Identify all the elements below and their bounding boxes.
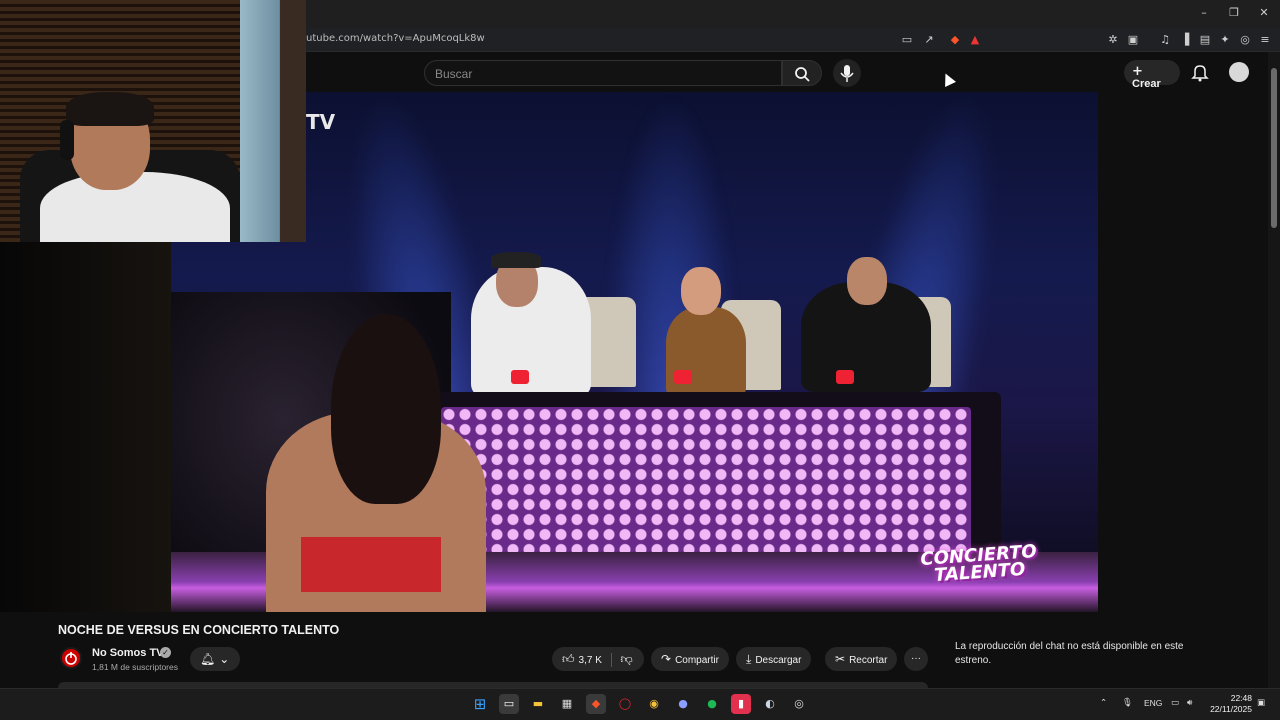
scissors-icon: ✂ — [835, 652, 846, 666]
bell-icon: 🔔︎ — [200, 652, 216, 666]
video-player[interactable]: CONCIERTO TALENTO — [171, 92, 1098, 612]
channel-overlay-text: TV — [306, 110, 336, 134]
create-label: Crear — [1132, 78, 1161, 90]
contestant-hair — [331, 314, 441, 504]
clip-label: Recortar — [849, 655, 888, 666]
power-icon — [65, 652, 77, 665]
url-text[interactable]: utube.com/watch?v=ApuMcoqLk8w — [306, 33, 485, 44]
share-icon[interactable]: ↗ — [922, 33, 936, 47]
streamer-hair — [66, 92, 154, 126]
brave-rewards-icon[interactable]: ▲ — [968, 33, 982, 47]
judge-left-cap — [491, 252, 541, 268]
task-view-icon[interactable]: ▭ — [499, 694, 519, 714]
sidebar-icon[interactable]: ▐ — [1178, 33, 1192, 47]
steam-icon[interactable]: ◐ — [760, 694, 780, 714]
subscriber-count: 1,81 M de suscriptores — [92, 662, 178, 672]
mic-icon — [840, 65, 854, 82]
share-label: Compartir — [675, 655, 719, 666]
search-input[interactable]: Buscar — [424, 60, 782, 86]
judge-middle-head — [681, 267, 721, 315]
download-label: Descargar — [755, 655, 802, 666]
desk-hexagon-panel — [441, 407, 971, 552]
brave-shield-icon[interactable]: ◆ — [948, 33, 962, 47]
buzzer — [511, 370, 529, 384]
webcam-overlay — [0, 0, 306, 242]
extensions-icon[interactable]: ✲ — [1106, 33, 1120, 47]
streamer-body — [40, 172, 230, 242]
language-indicator[interactable]: ENG — [1144, 698, 1162, 708]
windows-start-icon[interactable]: ⊞ — [470, 694, 490, 714]
file-explorer-icon[interactable]: ▬ — [528, 694, 548, 714]
vpn-icon[interactable]: ◎ — [1238, 33, 1252, 47]
channel-name[interactable]: No Somos TV — [92, 647, 164, 659]
menu-icon[interactable]: ≡ — [1258, 33, 1272, 47]
clip-button[interactable]: ✂ Recortar — [825, 647, 898, 671]
tab-search-icon[interactable]: ▣ — [1126, 33, 1140, 47]
create-button[interactable]: + Crear — [1124, 60, 1180, 90]
buzzer — [674, 370, 692, 384]
right-panel — [1098, 92, 1268, 612]
time: 22:48 — [1230, 693, 1252, 703]
opera-icon[interactable]: ◯ — [615, 694, 635, 714]
download-button[interactable]: ⤓ Descargar — [736, 647, 812, 671]
verified-icon: ✓ — [160, 647, 171, 658]
tray-overflow-icon[interactable]: ⌃ — [1100, 698, 1107, 708]
plus-icon: + — [1132, 64, 1143, 79]
wallet-icon[interactable]: ▤ — [1198, 33, 1212, 47]
buzzer — [836, 370, 854, 384]
contestant-top — [301, 537, 441, 592]
account-avatar[interactable] — [1229, 62, 1249, 82]
date: 22/11/2025 — [1210, 704, 1252, 714]
like-dislike-group: 👍︎ 3,7 K 👎︎ — [552, 647, 644, 671]
brave-icon[interactable]: ◆ — [586, 694, 606, 714]
download-icon: ⤓ — [746, 652, 752, 666]
spotify-icon[interactable]: ● — [702, 694, 722, 714]
app-icon[interactable]: ▮ — [731, 694, 751, 714]
microphone-tray-icon[interactable]: 🎙︎ — [1122, 698, 1133, 708]
notifications-button[interactable] — [1190, 62, 1210, 82]
like-icon[interactable]: 👍︎ — [562, 652, 575, 666]
obs-icon[interactable]: ◎ — [789, 694, 809, 714]
divider — [610, 653, 612, 668]
bell-icon — [1191, 65, 1209, 82]
show-logo: CONCIERTO TALENTO — [920, 541, 1039, 586]
channel-avatar[interactable] — [60, 647, 82, 669]
cast-icon[interactable]: ▭ — [900, 33, 914, 47]
clock[interactable]: 22:48 22/11/2025 — [1200, 693, 1252, 715]
chrome-icon[interactable]: ◉ — [644, 694, 664, 714]
search-icon — [795, 67, 810, 82]
dislike-icon[interactable]: 👎︎ — [620, 652, 632, 666]
store-icon[interactable]: ▦ — [557, 694, 577, 714]
more-actions-button[interactable]: ··· — [904, 647, 928, 671]
maximize-button[interactable]: ❐ — [1226, 6, 1242, 20]
search-button[interactable] — [782, 60, 822, 86]
wall — [240, 0, 306, 242]
share-button[interactable]: ↷ Compartir — [651, 647, 729, 671]
judge-right-head — [847, 257, 887, 305]
volume-icon[interactable]: 🔊︎ — [1187, 698, 1192, 708]
notification-center-icon[interactable]: ▣ — [1257, 698, 1265, 708]
headset-icon — [60, 120, 74, 160]
subscription-bell-button[interactable]: 🔔︎ ⌄ — [190, 647, 240, 671]
taskbar — [0, 688, 1280, 720]
discord-icon[interactable]: ● — [673, 694, 693, 714]
chevron-down-icon: ⌄ — [219, 652, 230, 666]
voice-search-button[interactable] — [833, 59, 861, 87]
close-button[interactable]: ✕ — [1256, 6, 1272, 20]
network-icon[interactable]: ▭ — [1171, 698, 1179, 708]
chat-unavailable-message: La reproducción del chat no está disponi… — [955, 641, 1184, 666]
video-letterbox-left — [0, 242, 171, 612]
share-icon: ↷ — [661, 652, 672, 666]
like-count[interactable]: 3,7 K — [579, 655, 602, 666]
video-title: NOCHE DE VERSUS EN CONCIERTO TALENTO — [58, 623, 340, 637]
music-icon[interactable]: ♫ — [1158, 33, 1172, 47]
leo-ai-icon[interactable]: ✦ — [1218, 33, 1232, 47]
minimize-button[interactable]: – — [1196, 6, 1212, 20]
scrollbar-thumb[interactable] — [1271, 68, 1277, 228]
